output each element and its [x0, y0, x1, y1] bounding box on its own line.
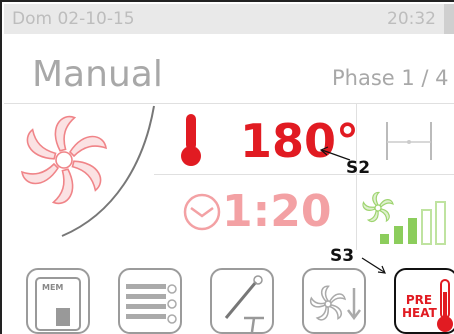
preheat-label-line1: PRE — [405, 293, 433, 307]
preheat-label: PRE HEAT — [402, 293, 437, 320]
annotation-s3: S3 — [330, 246, 355, 266]
core-probe-button[interactable] — [210, 268, 274, 334]
core-probe-icon — [224, 275, 264, 333]
preheat-button[interactable]: PRE HEAT — [394, 268, 454, 334]
memory-button[interactable]: MEM — [26, 268, 90, 334]
program-list-icon — [126, 284, 177, 324]
memory-icon — [35, 277, 81, 331]
fan-cooldown-button[interactable] — [302, 268, 366, 334]
annotation-s2: S2 — [346, 158, 371, 178]
memory-label: MEM — [42, 283, 64, 292]
fan-cooldown-icon — [307, 283, 361, 323]
oven-control-screen: Dom 02-10-15 20:32 Manual Phase 1 / 4 18… — [0, 0, 454, 334]
program-list-button[interactable] — [118, 268, 182, 334]
bottom-toolbar: MEM PRE HEAT — [2, 264, 454, 334]
preheat-label-line2: HEAT — [402, 306, 437, 320]
preheat-icon — [437, 279, 453, 332]
